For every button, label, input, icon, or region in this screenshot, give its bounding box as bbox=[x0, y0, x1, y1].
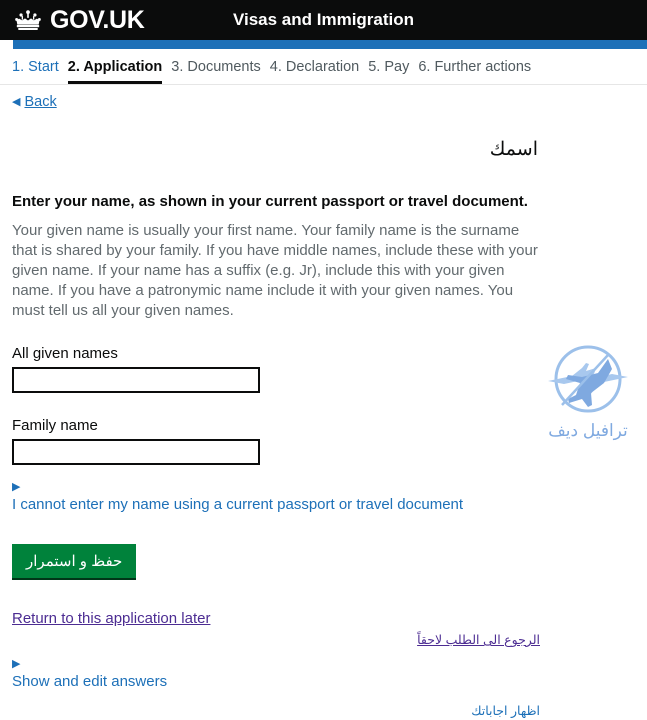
step-nav-item-declaration: 4. Declaration bbox=[269, 59, 360, 75]
family-name-input[interactable] bbox=[12, 438, 260, 465]
return-later-row: Return to this application later الرجوع … bbox=[12, 610, 635, 647]
step-nav-item-application[interactable]: 2. Application bbox=[67, 58, 163, 85]
return-to-application-later-link-arabic[interactable]: الرجوع الى الطلب لاحقاً bbox=[417, 632, 540, 647]
main-content: اسمك Enter your name, as shown in your c… bbox=[0, 138, 647, 718]
page-title-arabic: اسمك bbox=[489, 139, 538, 160]
disclosure-triangle-icon: ▶ bbox=[12, 657, 21, 670]
given-names-label: All given names bbox=[12, 344, 118, 362]
show-answers-disclosure[interactable]: ▶ Show and edit answers اظهار اجاباتك bbox=[12, 657, 635, 718]
step-navigation: 1. Start 2. Application 3. Documents 4. … bbox=[0, 49, 647, 85]
given-names-field-group: All given names bbox=[12, 345, 635, 393]
family-name-label: Family name bbox=[12, 416, 98, 434]
back-arrow-icon: ◀ bbox=[12, 95, 21, 108]
blue-bar-fill bbox=[13, 40, 647, 49]
step-nav-item-further-actions: 6. Further actions bbox=[418, 59, 532, 75]
back-link-row[interactable]: ◀ Back bbox=[0, 85, 647, 110]
step-nav-item-start[interactable]: 1. Start bbox=[12, 58, 68, 81]
save-and-continue-button[interactable]: حفظ و استمرار bbox=[12, 543, 137, 580]
blue-accent-bar bbox=[0, 40, 647, 49]
disclosure-triangle-icon: ▶ bbox=[12, 480, 21, 493]
back-link[interactable]: Back bbox=[24, 94, 56, 110]
govuk-header: GOV.UK Visas and Immigration bbox=[0, 0, 647, 40]
crown-icon bbox=[12, 8, 44, 32]
family-name-field-group: Family name bbox=[12, 417, 635, 465]
cannot-enter-name-label[interactable]: I cannot enter my name using a current p… bbox=[12, 496, 635, 513]
page-lede: Enter your name, as shown in your curren… bbox=[12, 193, 528, 210]
show-and-edit-answers-label-arabic[interactable]: اظهار اجاباتك bbox=[471, 703, 540, 718]
step-nav-item-pay: 5. Pay bbox=[368, 59, 410, 75]
govuk-brand-label: GOV.UK bbox=[50, 5, 145, 34]
step-nav-item-documents: 3. Documents bbox=[171, 59, 261, 75]
show-and-edit-answers-label[interactable]: Show and edit answers bbox=[12, 673, 635, 690]
cannot-enter-name-disclosure[interactable]: ▶ I cannot enter my name using a current… bbox=[12, 480, 635, 513]
given-names-input[interactable] bbox=[12, 366, 260, 393]
page-hint-text: Your given name is usually your first na… bbox=[12, 222, 538, 319]
blue-bar-gap bbox=[0, 40, 13, 49]
govuk-brand[interactable]: GOV.UK bbox=[12, 5, 145, 34]
return-to-application-later-link[interactable]: Return to this application later bbox=[12, 610, 210, 627]
